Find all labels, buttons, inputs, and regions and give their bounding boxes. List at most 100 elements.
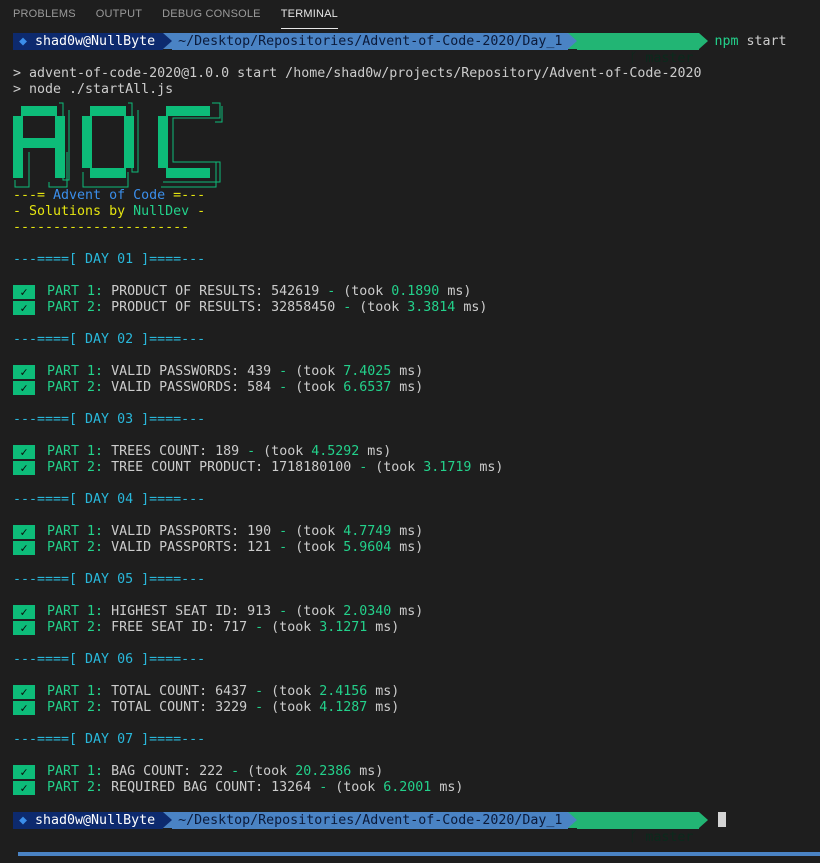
terminal-cursor[interactable] bbox=[718, 812, 727, 827]
took-time: 6.2001 bbox=[383, 780, 432, 795]
took-prefix: - (took bbox=[247, 700, 320, 715]
part-description: PRODUCT OF RESULTS: 542619 bbox=[111, 284, 320, 299]
took-suffix: ms) bbox=[391, 364, 424, 379]
powerline-separator bbox=[163, 33, 173, 49]
tab-problems[interactable]: PROBLEMS bbox=[13, 0, 76, 28]
took-time: 20.2386 bbox=[295, 764, 352, 779]
part-label: PART 2: bbox=[47, 700, 104, 715]
day-results: ---====[ DAY 01 ]====--- ✓ PART 1: PRODUCT… bbox=[13, 236, 820, 796]
took-time: 3.1719 bbox=[423, 460, 472, 475]
banner-author-line: - Solutions by NullDev - bbox=[13, 204, 206, 219]
aoc-ascii-logo bbox=[13, 102, 820, 188]
check-icon: ✓ bbox=[13, 605, 35, 619]
part-description: VALID PASSPORTS: 190 bbox=[111, 524, 272, 539]
took-suffix: ms) bbox=[391, 604, 424, 619]
took-suffix: ms) bbox=[391, 524, 424, 539]
took-time: 3.3814 bbox=[407, 300, 456, 315]
took-time: 5.9604 bbox=[343, 540, 392, 555]
check-icon: ✓ bbox=[13, 445, 35, 459]
took-time: 2.0340 bbox=[343, 604, 392, 619]
part-description: FREE SEAT ID: 717 bbox=[111, 620, 248, 635]
part-result: ✓ PART 2: REQUIRED BAG COUNT: 13264 - (to… bbox=[13, 780, 820, 796]
check-icon: ✓ bbox=[13, 541, 35, 555]
tab-output[interactable]: OUTPUT bbox=[96, 0, 142, 28]
tab-terminal[interactable]: TERMINAL bbox=[280, 0, 338, 29]
took-prefix: - (took bbox=[351, 460, 424, 475]
part-result: ✓ PART 2: TOTAL COUNT: 3229 - (took 4.128… bbox=[13, 700, 820, 716]
part-description: VALID PASSPORTS: 121 bbox=[111, 540, 272, 555]
part-description: PRODUCT OF RESULTS: 32858450 bbox=[111, 300, 336, 315]
part-result: ✓ PART 1: BAG COUNT: 222 - (took 20.2386 … bbox=[13, 764, 820, 780]
part-description: BAG COUNT: 222 bbox=[111, 764, 224, 779]
part-description: TOTAL COUNT: 6437 bbox=[111, 684, 248, 699]
took-time: 7.4025 bbox=[343, 364, 392, 379]
prompt-user: shad0w@NullByte bbox=[35, 34, 156, 49]
took-suffix: ms) bbox=[367, 700, 400, 715]
terminal-output[interactable]: ◆ shad0w@NullByte ~/Desktop/Repositories… bbox=[0, 30, 820, 845]
took-suffix: ms) bbox=[471, 460, 504, 475]
took-suffix: ms) bbox=[455, 300, 488, 315]
took-time: 6.6537 bbox=[343, 380, 392, 395]
part-label: PART 2: bbox=[47, 380, 104, 395]
npm-script-line: > advent-of-code-2020@1.0.0 start /home/… bbox=[13, 66, 702, 81]
took-prefix: - (took bbox=[311, 780, 384, 795]
took-suffix: ms) bbox=[391, 380, 424, 395]
part-result: ✓ PART 2: VALID PASSWORDS: 584 - (took 6.… bbox=[13, 380, 820, 396]
part-description: TREES COUNT: 189 bbox=[111, 444, 240, 459]
day-header: ---====[ DAY 01 ]====--- bbox=[13, 252, 206, 267]
tab-debug-console[interactable]: DEBUG CONSOLE bbox=[162, 0, 261, 28]
powerline-separator bbox=[699, 33, 709, 49]
part-label: PART 1: bbox=[47, 364, 104, 379]
check-icon: ✓ bbox=[13, 685, 35, 699]
aoc-logo-graphic bbox=[13, 102, 223, 188]
took-time: 2.4156 bbox=[319, 684, 368, 699]
took-suffix: ms) bbox=[351, 764, 384, 779]
took-prefix: - (took bbox=[319, 284, 392, 299]
node-run-line: > node ./startAll.js bbox=[13, 82, 174, 97]
part-result: ✓ PART 1: VALID PASSWORDS: 439 - (took 7.… bbox=[13, 364, 820, 380]
powerline-separator bbox=[568, 812, 578, 828]
took-prefix: - (took bbox=[271, 524, 344, 539]
powerline-separator bbox=[568, 33, 578, 49]
banner-author: NullDev bbox=[133, 204, 190, 219]
took-prefix: - (took bbox=[271, 540, 344, 555]
part-label: PART 1: bbox=[47, 684, 104, 699]
took-suffix: ms) bbox=[367, 684, 400, 699]
part-result: ✓ PART 2: PRODUCT OF RESULTS: 32858450 - … bbox=[13, 300, 820, 316]
took-time: 4.1287 bbox=[319, 700, 368, 715]
part-description: HIGHEST SEAT ID: 913 bbox=[111, 604, 272, 619]
panel-tabs: PROBLEMS OUTPUT DEBUG CONSOLE TERMINAL bbox=[0, 0, 820, 30]
diamond-icon: ◆ bbox=[19, 34, 28, 49]
powerline-separator bbox=[163, 812, 173, 828]
prompt-user: shad0w@NullByte bbox=[35, 813, 156, 828]
powerline-separator bbox=[699, 812, 709, 828]
part-result: ✓ PART 1: PRODUCT OF RESULTS: 542619 - (t… bbox=[13, 284, 820, 300]
took-time: 3.1271 bbox=[319, 620, 368, 635]
panel-bottom-border bbox=[18, 852, 820, 856]
took-prefix: - (took bbox=[239, 444, 312, 459]
check-icon: ✓ bbox=[13, 781, 35, 795]
part-description: REQUIRED BAG COUNT: 13264 bbox=[111, 780, 312, 795]
part-result: ✓ PART 1: VALID PASSPORTS: 190 - (took 4.… bbox=[13, 524, 820, 540]
command-arg: start bbox=[746, 34, 787, 49]
part-label: PART 2: bbox=[47, 620, 104, 635]
git-branch-icon: ᚴ bbox=[629, 51, 646, 66]
prompt-path: ~/Desktop/Repositories/Advent-of-Code-20… bbox=[172, 812, 569, 829]
took-prefix: - (took bbox=[247, 620, 320, 635]
part-label: PART 1: bbox=[47, 524, 104, 539]
part-description: VALID PASSWORDS: 439 bbox=[111, 364, 272, 379]
took-time: 4.7749 bbox=[343, 524, 392, 539]
banner-title: Advent of Code bbox=[53, 188, 166, 203]
took-prefix: - (took bbox=[271, 364, 344, 379]
shell-prompt: ◆ shad0w@NullByte ~/Desktop/Repositories… bbox=[13, 33, 820, 66]
prompt-git-segment: ᚴ master bbox=[577, 33, 700, 66]
prompt-git-segment: ᚴ master bbox=[577, 812, 700, 845]
day-header: ---====[ DAY 06 ]====--- bbox=[13, 652, 206, 667]
took-prefix: - (took bbox=[271, 604, 344, 619]
part-result: ✓ PART 1: HIGHEST SEAT ID: 913 - (took 2.… bbox=[13, 604, 820, 620]
prompt-user-segment: ◆ shad0w@NullByte bbox=[13, 812, 164, 829]
part-result: ✓ PART 2: FREE SEAT ID: 717 - (took 3.127… bbox=[13, 620, 820, 636]
day-header: ---====[ DAY 03 ]====--- bbox=[13, 412, 206, 427]
took-prefix: - (took bbox=[271, 380, 344, 395]
check-icon: ✓ bbox=[13, 301, 35, 315]
